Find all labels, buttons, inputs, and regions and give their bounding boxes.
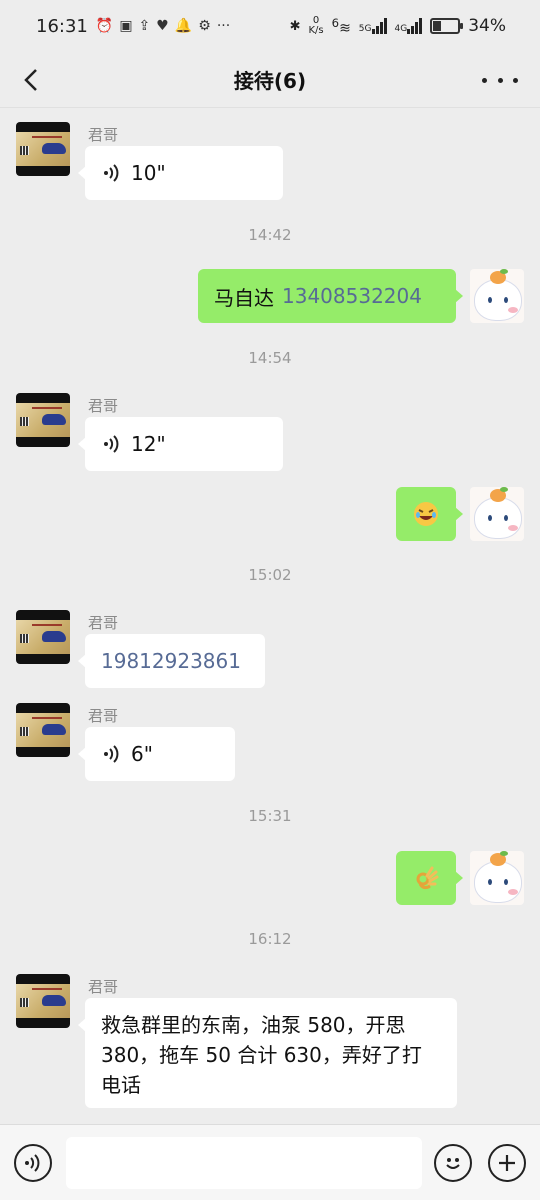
- text-message[interactable]: 19812923861: [78, 634, 265, 688]
- more-dot: [497, 77, 503, 83]
- timestamp: 14:54: [248, 349, 292, 367]
- wifi-icon: 6≋: [331, 15, 351, 37]
- battery-icon: [430, 18, 464, 34]
- sender-name: 君哥: [88, 978, 119, 996]
- avatar-junge[interactable]: [16, 393, 70, 447]
- sender-name: 君哥: [88, 397, 119, 415]
- more-dot: [482, 77, 487, 83]
- timestamp: 15:31: [248, 807, 292, 825]
- signal-bars-icon: [407, 18, 423, 34]
- timestamp: 15:02: [248, 566, 292, 584]
- app-icon: ▣: [119, 18, 133, 34]
- message-input[interactable]: [66, 1137, 422, 1189]
- input-bar: [0, 1124, 540, 1200]
- status-time: 16:31: [36, 15, 88, 37]
- net-speed-unit: K/s: [308, 25, 324, 36]
- avatar-self[interactable]: [470, 269, 524, 323]
- plus-icon: [499, 1155, 515, 1171]
- message-text: 马自达: [214, 285, 274, 310]
- voice-wave-icon: [104, 745, 119, 763]
- avatar-self[interactable]: [470, 851, 524, 905]
- status-bar: 16:31 ⏰ ▣ ⇪ ♥ 🔔 ⚙ ··· ✱ 0 K/s 6≋ 5G 4G 3…: [0, 0, 540, 52]
- avatar-self[interactable]: [470, 487, 524, 541]
- voice-duration: 6": [131, 742, 153, 766]
- laughing-emoji-icon: [414, 502, 438, 526]
- message-text: 救急群里的东南，油泵 580，开思 380，拖车 50 合计 630，弄好了打电…: [101, 1013, 422, 1097]
- avatar-junge[interactable]: [16, 122, 70, 176]
- voice-message[interactable]: 6": [78, 727, 235, 781]
- bell-icon: 🔔: [174, 18, 193, 34]
- chevron-left-icon: [24, 69, 37, 91]
- text-message-self[interactable]: 马自达 13408532204: [198, 269, 463, 323]
- more-notifications-icon: ···: [216, 18, 231, 34]
- smiley-icon: [446, 1158, 460, 1169]
- heart-icon: ♥: [156, 18, 169, 34]
- ok-hand-emoji-icon: [416, 866, 439, 890]
- emoji-button[interactable]: [434, 1144, 472, 1182]
- more-dot: [513, 77, 518, 83]
- gear-icon: ⚙: [198, 18, 211, 34]
- status-right: ✱ 0 K/s 6≋ 5G 4G 34%: [290, 16, 506, 37]
- voice-duration: 10": [131, 161, 166, 185]
- more-button[interactable]: [482, 62, 518, 98]
- net-speed: 0 K/s: [309, 16, 324, 36]
- sender-name: 君哥: [88, 707, 119, 725]
- add-button[interactable]: [488, 1144, 526, 1182]
- back-button[interactable]: [16, 62, 52, 98]
- emoji-message-self[interactable]: [396, 487, 463, 541]
- voice-mode-button[interactable]: [14, 1144, 52, 1182]
- wifi-6-label: 6: [331, 15, 340, 30]
- bluetooth-icon: ✱: [289, 18, 301, 34]
- voice-wave-icon: [25, 1154, 40, 1172]
- chat-title: 接待(6): [233, 69, 307, 93]
- voice-wave-icon: [104, 164, 119, 182]
- voice-duration: 12": [131, 432, 166, 456]
- avatar-junge[interactable]: [16, 703, 70, 757]
- upload-icon: ⇪: [138, 18, 151, 34]
- alarm-icon: ⏰: [95, 18, 114, 34]
- signal-4g-label: 4G: [394, 24, 408, 34]
- avatar-junge[interactable]: [16, 974, 70, 1028]
- chat-header: 接待(6): [0, 52, 540, 108]
- avatar-junge[interactable]: [16, 610, 70, 664]
- signal-bars-icon: [371, 18, 387, 34]
- battery-percent: 34%: [468, 16, 506, 36]
- notification-icons: ⏰ ▣ ⇪ ♥ 🔔 ⚙ ···: [96, 18, 230, 34]
- battery-fill: [433, 21, 442, 31]
- sender-name: 君哥: [88, 126, 119, 144]
- timestamp: 16:12: [248, 930, 292, 948]
- voice-message[interactable]: 12": [78, 417, 283, 471]
- voice-message[interactable]: 10": [78, 146, 283, 200]
- signal-4g: 4G: [395, 18, 423, 34]
- phone-link[interactable]: 13408532204: [282, 284, 422, 308]
- text-message[interactable]: 救急群里的东南，油泵 580，开思 380，拖车 50 合计 630，弄好了打电…: [78, 998, 457, 1108]
- phone-link[interactable]: 19812923861: [101, 649, 241, 673]
- emoji-message-self[interactable]: [396, 851, 463, 905]
- sender-name: 君哥: [88, 614, 119, 632]
- signal-5g: 5G: [359, 18, 387, 34]
- voice-wave-icon: [104, 435, 119, 453]
- timestamp: 14:42: [248, 226, 292, 244]
- signal-5g-label: 5G: [358, 24, 372, 34]
